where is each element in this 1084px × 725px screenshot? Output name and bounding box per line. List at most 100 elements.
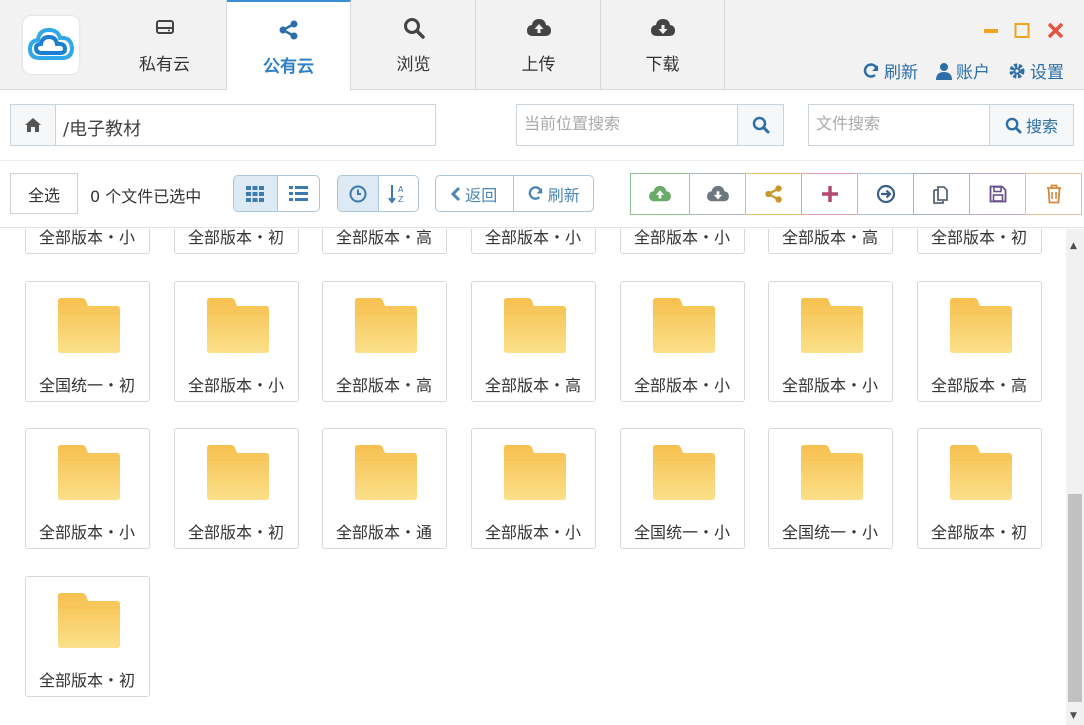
tab-label: 下载 [645, 55, 680, 75]
file-actions [630, 173, 1082, 215]
tab-upload[interactable]: 上传 [477, 0, 601, 90]
select-all-button[interactable]: 全选 [10, 173, 78, 214]
plus-icon [821, 186, 838, 202]
folder-item[interactable]: 全部版本・小 [174, 281, 299, 402]
new-folder-button[interactable] [801, 173, 858, 215]
folder-name: 全部版本・高 [782, 229, 879, 247]
folder-icon [58, 445, 120, 500]
maximize-button[interactable] [1013, 20, 1033, 42]
folder-icon [58, 593, 120, 648]
close-icon [1047, 22, 1064, 39]
folder-item[interactable]: 全部版本・小 [620, 229, 745, 254]
share-icon [279, 20, 297, 40]
refresh-label: 刷新 [884, 63, 918, 83]
folder-item[interactable]: 全部版本・初 [174, 229, 299, 254]
selection-status: 0 个文件已选中 [90, 187, 202, 206]
search-icon [1005, 117, 1022, 134]
folder-item[interactable]: 全部版本・小 [471, 229, 596, 254]
folder-name: 全部版本・小 [634, 376, 731, 395]
cloud-logo-icon [27, 27, 75, 60]
folder-icon [801, 445, 863, 500]
file-grid: 全部版本・小 全部版本・初 全部版本・高 全部版本・小 全部版本・小 全部版本・高 全部版本… [0, 229, 1066, 725]
upload-action-button[interactable] [630, 173, 690, 215]
folder-name: 全部版本・初 [188, 229, 285, 247]
list-icon [288, 186, 308, 201]
download-action-button[interactable] [689, 173, 746, 215]
folder-name: 全国统一・小 [782, 523, 879, 542]
tab-label: 浏览 [396, 55, 431, 75]
location-search-button[interactable] [737, 105, 783, 145]
tab-browse[interactable]: 浏览 [352, 0, 476, 90]
folder-item[interactable]: 全部版本・小 [471, 428, 596, 549]
trash-icon [1046, 184, 1061, 204]
list-view-button[interactable] [276, 176, 320, 211]
refresh-label: 刷新 [547, 185, 580, 205]
folder-item[interactable]: 全部版本・初 [25, 576, 150, 697]
settings-button[interactable]: 设置 [1008, 58, 1064, 83]
home-button[interactable] [11, 105, 56, 145]
user-icon [936, 62, 952, 80]
cloud-download-icon [706, 185, 729, 202]
header-refresh-button[interactable]: 刷新 [862, 58, 918, 83]
tab-label: 公有云 [263, 57, 314, 77]
folder-item[interactable]: 全国统一・小 [620, 428, 745, 549]
refresh-icon [863, 62, 879, 78]
toolbar-refresh-button[interactable]: 刷新 [512, 176, 593, 211]
minimize-button[interactable] [982, 20, 1002, 42]
folder-item[interactable]: 全部版本・小 [768, 281, 893, 402]
folder-item[interactable]: 全部版本・高 [471, 281, 596, 402]
folder-item[interactable]: 全部版本・高 [322, 229, 447, 254]
folder-item[interactable]: 全部版本・高 [917, 281, 1042, 402]
folder-item[interactable]: 全部版本・小 [25, 229, 150, 254]
move-button[interactable] [857, 173, 914, 215]
breadcrumb[interactable]: /电子教材 [10, 104, 436, 146]
folder-icon [504, 445, 566, 500]
sort-by-name-button[interactable]: AZ [377, 176, 419, 211]
folder-name: 全部版本・初 [188, 523, 285, 542]
tab-public-cloud[interactable]: 公有云 [227, 0, 351, 91]
folder-item[interactable]: 全部版本・小 [620, 281, 745, 402]
share-icon [764, 185, 782, 203]
tab-private-cloud[interactable]: 私有云 [103, 0, 227, 90]
vertical-scrollbar[interactable]: ▲ ▼ [1066, 229, 1084, 725]
current-path: /电子教材 [63, 119, 142, 140]
location-search-input[interactable] [517, 105, 737, 145]
folder-item[interactable]: 全部版本・通 [322, 428, 447, 549]
select-all-label: 全选 [27, 185, 60, 205]
account-label: 账户 [956, 63, 990, 83]
file-search-input[interactable] [809, 105, 989, 145]
folder-item[interactable]: 全部版本・小 [25, 428, 150, 549]
delete-button[interactable] [1025, 173, 1082, 215]
folder-item[interactable]: 全部版本・初 [917, 229, 1042, 254]
back-button[interactable]: 返回 [436, 176, 513, 211]
scroll-down-arrow-icon[interactable]: ▼ [1070, 711, 1077, 721]
account-button[interactable]: 账户 [936, 58, 990, 83]
folder-item[interactable]: 全国统一・小 [768, 428, 893, 549]
app-window: 私有云 公有云 浏览 上传 下载 刷新 账户 设置 /电子教材 当前位置搜索 文… [0, 0, 1084, 725]
save-button[interactable] [969, 173, 1026, 215]
folder-item[interactable]: 全部版本・初 [917, 428, 1042, 549]
file-search-button[interactable]: 搜索 [989, 105, 1073, 145]
close-button[interactable] [1046, 20, 1066, 42]
folder-item[interactable]: 全国统一・初 [25, 281, 150, 402]
folder-item[interactable]: 全部版本・初 [174, 428, 299, 549]
cloud-upload-icon [526, 19, 551, 36]
folder-icon [653, 445, 715, 500]
copy-button[interactable] [913, 173, 970, 215]
scrollbar-thumb[interactable] [1068, 494, 1082, 702]
grid-view-button[interactable] [234, 176, 277, 211]
svg-text:A: A [398, 185, 404, 194]
folder-item[interactable]: 全部版本・高 [768, 229, 893, 254]
cloud-download-icon [650, 19, 675, 36]
tab-download[interactable]: 下载 [601, 0, 725, 90]
scroll-up-arrow-icon[interactable]: ▲ [1070, 241, 1077, 251]
share-action-button[interactable] [745, 173, 802, 215]
folder-name: 全国统一・小 [634, 523, 731, 542]
folder-item[interactable]: 全部版本・高 [322, 281, 447, 402]
tab-label: 私有云 [139, 55, 190, 75]
sort-by-time-button[interactable] [338, 176, 378, 211]
sort-group: AZ [337, 175, 419, 212]
folder-name: 全部版本・高 [485, 376, 582, 395]
chevron-left-icon [451, 186, 461, 201]
app-logo [23, 16, 79, 74]
